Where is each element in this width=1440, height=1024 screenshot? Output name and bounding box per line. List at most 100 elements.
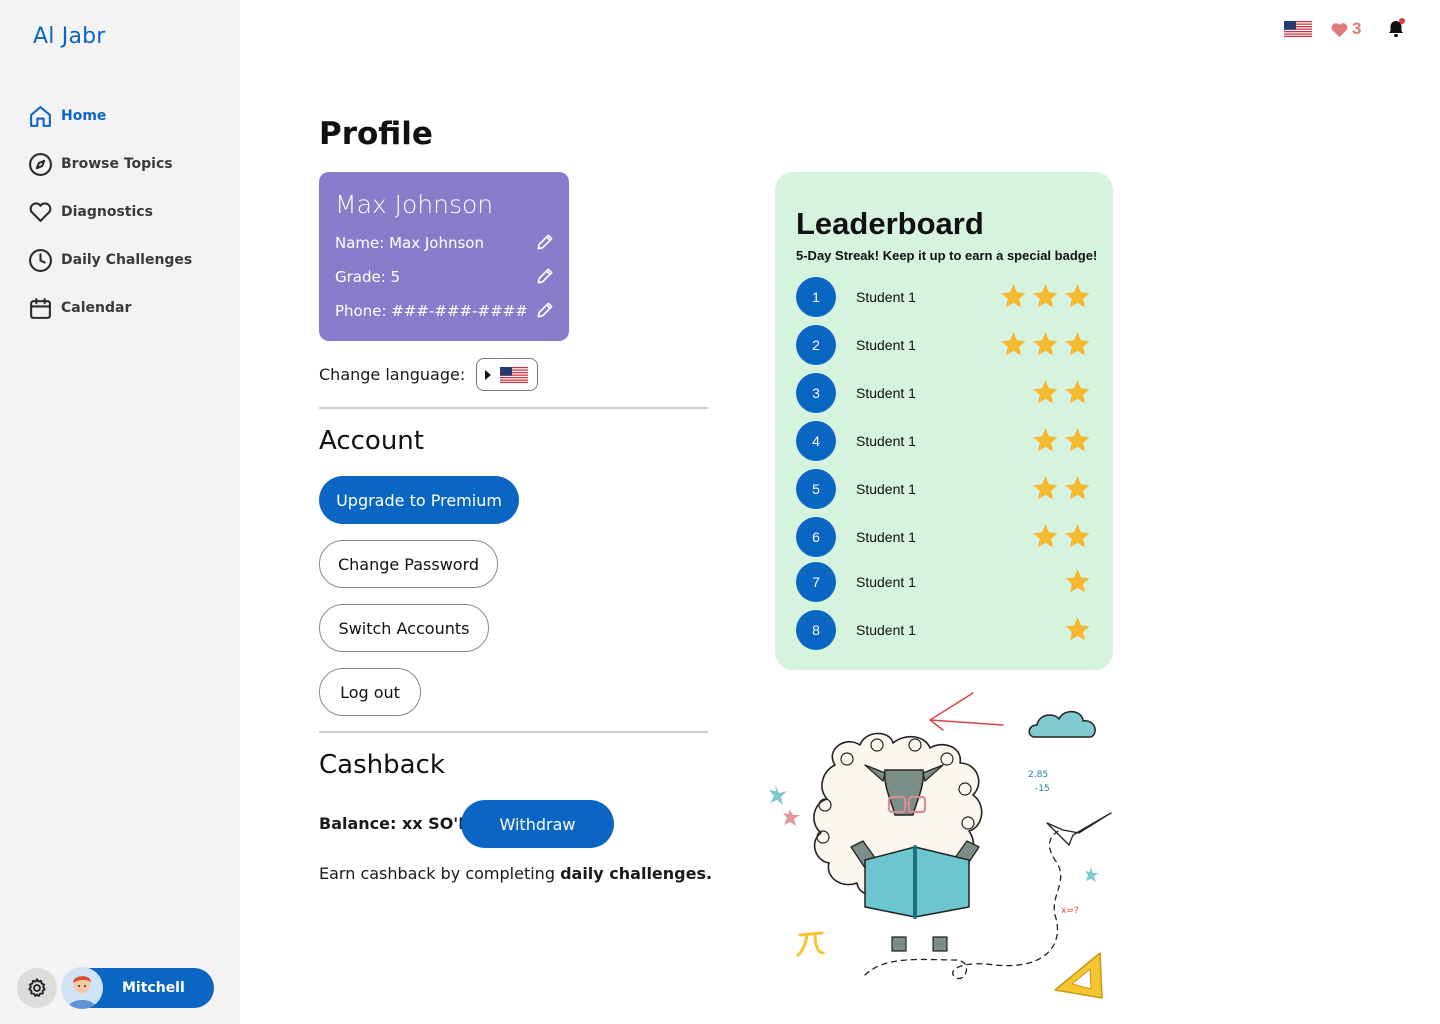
sidebar-item-browse-topics[interactable]: Browse Topics: [28, 140, 192, 188]
svg-text:x=?: x=?: [1061, 906, 1079, 916]
student-name: Student 1: [856, 289, 916, 305]
language-select[interactable]: [476, 358, 539, 391]
pencil-icon: [537, 234, 553, 250]
profile-display-name: Max Johnson: [335, 190, 494, 219]
leaderboard-row: 1 Student 1: [796, 277, 1092, 317]
rank-badge: 5: [796, 469, 836, 509]
student-name: Student 1: [856, 481, 916, 497]
leaderboard-row: 7 Student 1: [796, 562, 1092, 602]
heart-icon: [1331, 22, 1348, 37]
lives-count: 3: [1352, 19, 1362, 38]
page-title: Profile: [319, 116, 433, 152]
user-name: Mitchell: [122, 980, 185, 996]
star-icon: [1033, 284, 1058, 308]
star-icon: [1065, 332, 1090, 356]
sidebar-item-label: Diagnostics: [61, 204, 153, 220]
rank-badge: 8: [796, 610, 836, 650]
student-name: Student 1: [856, 337, 916, 353]
student-name: Student 1: [856, 433, 916, 449]
star-icon: [1001, 332, 1026, 356]
change-password-button[interactable]: Change Password: [319, 540, 498, 588]
star-rating: [1028, 474, 1092, 503]
leaderboard-row: 5 Student 1: [796, 469, 1092, 509]
profile-grade-text: Grade: 5: [335, 268, 401, 286]
star-icon: [1033, 476, 1058, 500]
sidebar-item-label: Home: [61, 108, 107, 124]
language-flag-button[interactable]: [1284, 21, 1312, 42]
divider: [319, 407, 708, 409]
language-label: Change language:: [319, 365, 466, 384]
switch-accounts-button[interactable]: Switch Accounts: [319, 604, 489, 652]
star-rating: [996, 282, 1092, 311]
divider: [319, 731, 708, 733]
star-rating: [1060, 567, 1092, 596]
us-flag-icon: [500, 366, 529, 383]
rank-badge: 4: [796, 421, 836, 461]
cashback-note: Earn cashback by completing daily challe…: [319, 864, 712, 883]
upgrade-premium-button[interactable]: Upgrade to Premium: [319, 476, 519, 524]
star-icon: [1065, 524, 1090, 548]
language-row: Change language:: [319, 358, 539, 391]
sidebar: Al Jabr Home Browse Topics Diagnostics D…: [0, 0, 240, 1024]
sidebar-item-home[interactable]: Home: [28, 92, 192, 140]
pencil-icon: [537, 268, 553, 284]
lives-counter: 3: [1330, 19, 1361, 39]
pencil-icon: [537, 302, 553, 318]
leaderboard-title: Leaderboard: [796, 206, 984, 241]
leaderboard-row: 6 Student 1: [796, 517, 1092, 557]
star-rating: [1028, 378, 1092, 407]
clock-icon: [29, 248, 52, 272]
star-icon: [1033, 428, 1058, 452]
avatar: [61, 967, 103, 1009]
us-flag-icon: [1284, 21, 1312, 37]
calendar-icon: [30, 297, 51, 319]
star-icon: [1033, 380, 1058, 404]
heart-icon: [29, 201, 52, 222]
profile-phone-row: Phone: ###-###-####: [335, 302, 555, 320]
sidebar-item-diagnostics[interactable]: Diagnostics: [28, 188, 192, 236]
student-name: Student 1: [856, 529, 916, 545]
gear-icon: [28, 978, 46, 997]
daily-challenges-link[interactable]: daily challenges.: [560, 864, 712, 883]
rank-badge: 6: [796, 517, 836, 557]
star-icon: [1033, 524, 1058, 548]
user-profile-button[interactable]: Mitchell: [61, 967, 214, 1009]
star-rating: [1028, 522, 1092, 551]
settings-button[interactable]: [17, 968, 57, 1008]
profile-grade-row: Grade: 5: [335, 268, 555, 286]
student-name: Student 1: [856, 622, 916, 638]
leaderboard-row: 2 Student 1: [796, 325, 1092, 365]
profile-name-text: Name: Max Johnson: [335, 234, 484, 252]
edit-phone-button[interactable]: [535, 300, 555, 324]
profile-name-row: Name: Max Johnson: [335, 234, 555, 252]
rank-badge: 1: [796, 277, 836, 317]
star-rating: [1028, 426, 1092, 455]
notifications-button[interactable]: [1384, 16, 1408, 45]
leaderboard-row: 8 Student 1: [796, 610, 1092, 650]
star-icon: [1065, 380, 1090, 404]
profile-card: Max Johnson Name: Max Johnson Grade: 5 P…: [319, 172, 569, 341]
star-icon: [1065, 284, 1090, 308]
app-logo[interactable]: Al Jabr: [33, 24, 106, 49]
leaderboard-subtitle: 5-Day Streak! Keep it up to earn a speci…: [796, 248, 1098, 263]
rank-badge: 3: [796, 373, 836, 413]
sidebar-item-calendar[interactable]: Calendar: [28, 284, 192, 332]
star-icon: [1065, 569, 1090, 593]
caret-right-icon: [485, 369, 492, 380]
cashback-note-text: Earn cashback by completing: [319, 864, 561, 883]
svg-text:-15: -15: [1035, 784, 1050, 794]
edit-name-button[interactable]: [535, 232, 555, 256]
sidebar-item-daily-challenges[interactable]: Daily Challenges: [28, 236, 192, 284]
edit-grade-button[interactable]: [535, 266, 555, 290]
compass-icon: [29, 152, 52, 176]
star-rating: [1060, 615, 1092, 644]
bell-icon: [1389, 18, 1405, 37]
star-icon: [1065, 476, 1090, 500]
home-icon: [30, 105, 51, 127]
logout-button[interactable]: Log out: [319, 668, 421, 716]
withdraw-button[interactable]: Withdraw: [461, 800, 614, 848]
rank-badge: 7: [796, 562, 836, 602]
sidebar-nav: Home Browse Topics Diagnostics Daily Cha…: [28, 92, 192, 332]
student-name: Student 1: [856, 574, 916, 590]
student-name: Student 1: [856, 385, 916, 401]
